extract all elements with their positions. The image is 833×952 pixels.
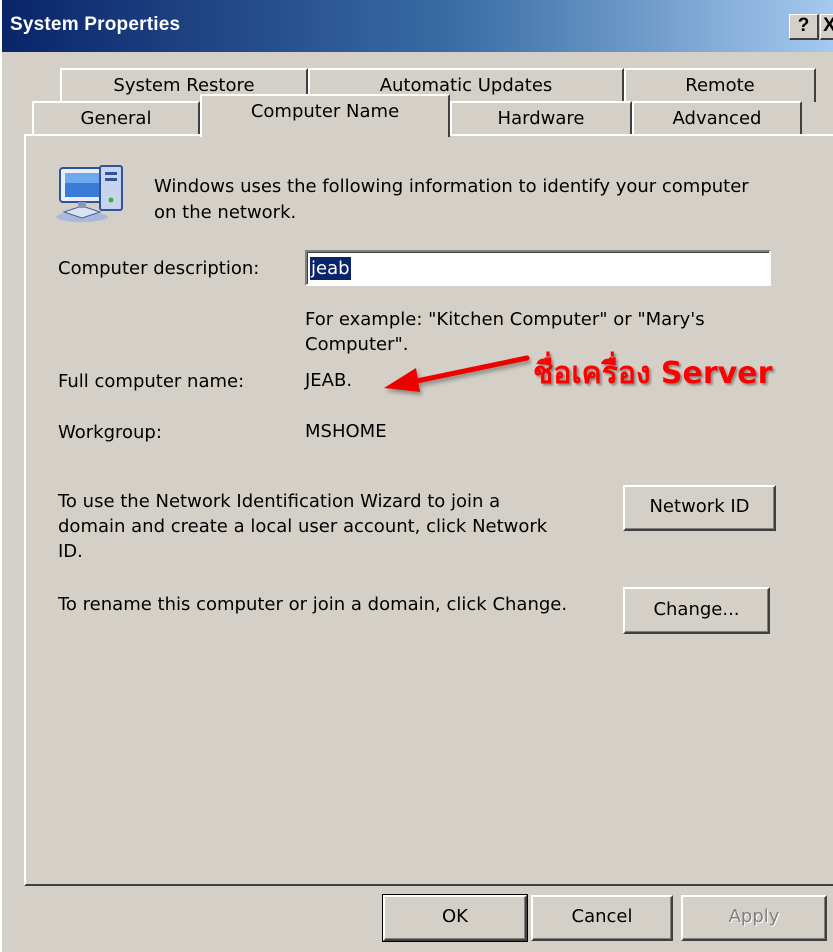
tab-hardware[interactable]: Hardware xyxy=(450,101,632,136)
window-title: System Properties xyxy=(10,14,181,35)
tab-computer-name[interactable]: Computer Name xyxy=(200,94,450,137)
tab-remote[interactable]: Remote xyxy=(624,68,816,102)
intro-text-line2: on the network. xyxy=(154,202,297,223)
tab-advanced[interactable]: Advanced xyxy=(632,101,802,136)
full-computer-name-label: Full computer name: xyxy=(58,371,245,392)
full-computer-name-value: JEAB. xyxy=(305,370,353,391)
computer-description-label: Computer description: xyxy=(58,258,260,279)
network-id-button[interactable]: Network ID xyxy=(623,485,776,531)
apply-button: Apply xyxy=(681,895,827,941)
network-id-text-line2: domain and create a local user account, … xyxy=(58,516,548,537)
workgroup-value: MSHOME xyxy=(305,421,387,442)
title-bar[interactable]: System Properties ? X xyxy=(2,0,833,52)
example-text-line1: For example: "Kitchen Computer" or "Mary… xyxy=(305,309,705,330)
network-id-text-line3: ID. xyxy=(58,541,83,562)
computer-network-icon xyxy=(56,165,123,222)
workgroup-label: Workgroup: xyxy=(58,422,162,443)
rename-text: To rename this computer or join a domain… xyxy=(58,594,568,615)
network-id-text-line1: To use the Network Identification Wizard… xyxy=(58,491,501,512)
change-button[interactable]: Change... xyxy=(623,587,770,634)
system-properties-dialog: System Properties ? X System Restore Aut… xyxy=(0,0,833,952)
cancel-button[interactable]: Cancel xyxy=(531,895,673,941)
computer-description-field[interactable]: jeab xyxy=(305,250,771,286)
intro-text-line1: Windows uses the following information t… xyxy=(154,176,749,197)
tab-general[interactable]: General xyxy=(32,101,200,136)
close-button[interactable]: X xyxy=(820,14,833,40)
red-arrow-icon xyxy=(384,355,530,392)
ok-button[interactable]: OK xyxy=(382,894,528,942)
annotation-label: ชื่อเครื่อง Server xyxy=(533,356,773,391)
help-button[interactable]: ? xyxy=(789,14,819,40)
computer-description-value: jeab xyxy=(310,257,351,280)
